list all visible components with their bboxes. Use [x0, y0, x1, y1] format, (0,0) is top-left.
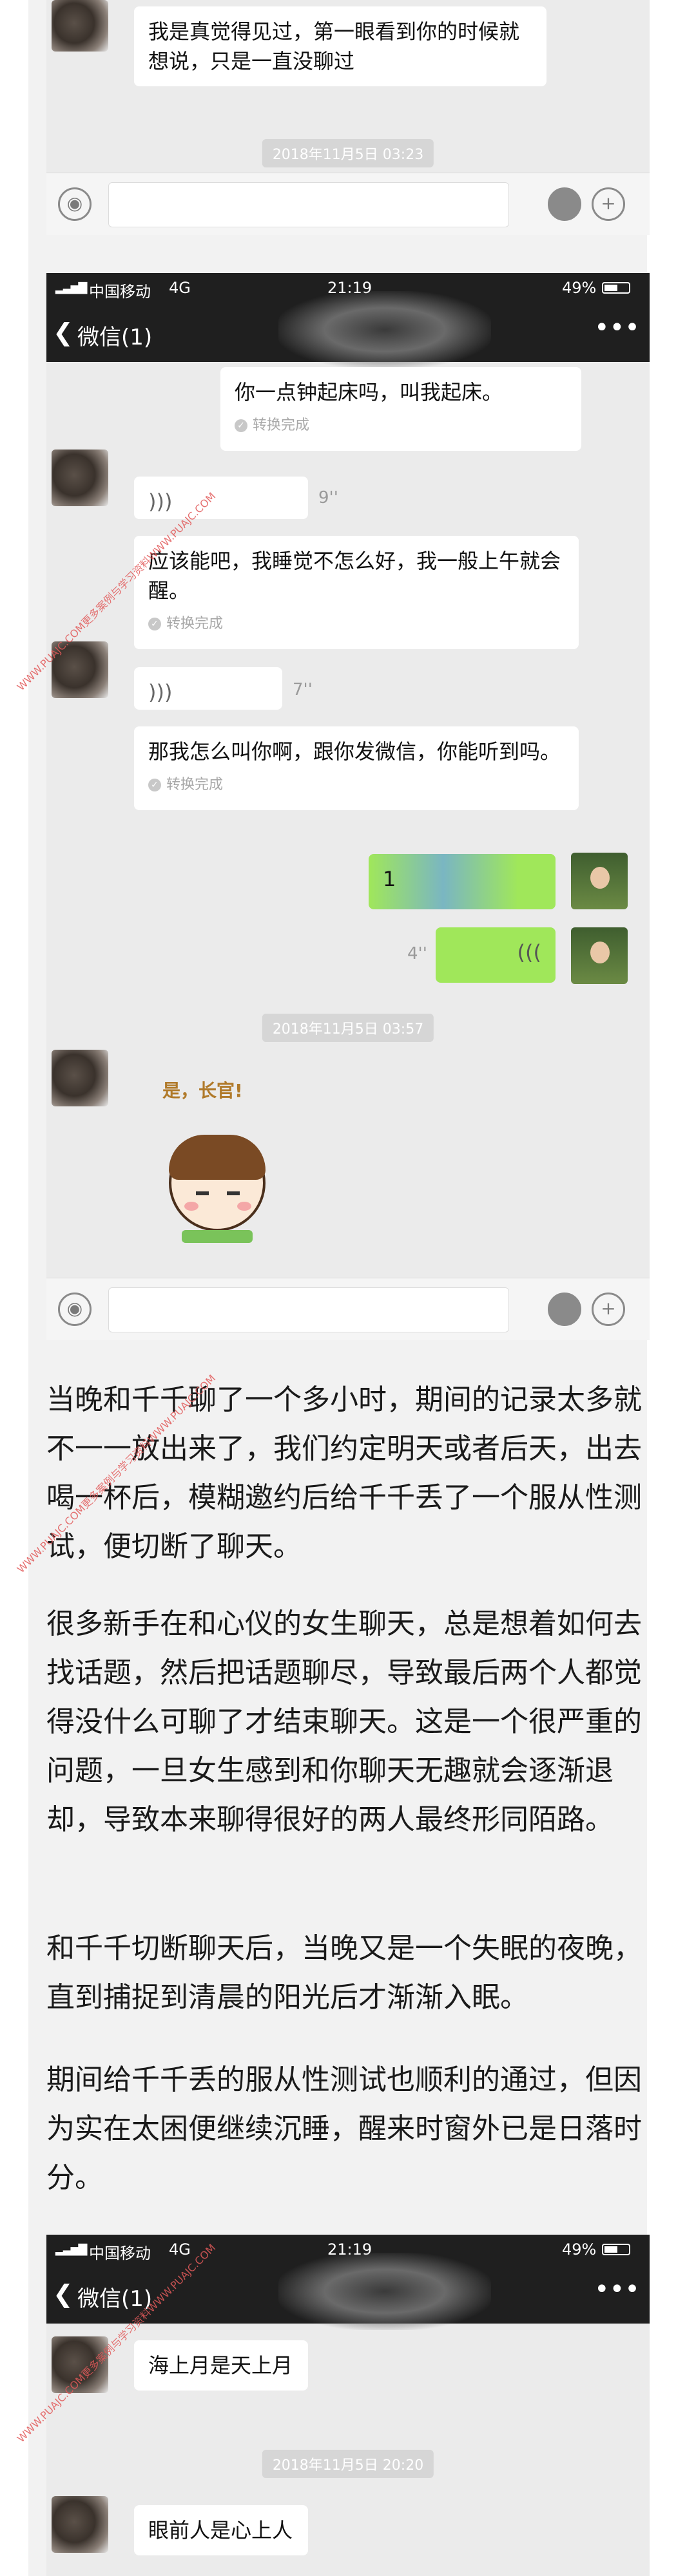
sticker[interactable]: 是，长官! — [150, 1077, 285, 1276]
contact-avatar[interactable] — [52, 0, 108, 52]
message-text: 1 — [383, 867, 396, 891]
message-bubble[interactable]: 我是真觉得见过，第一眼看到你的时候就想说，只是一直没聊过 — [134, 6, 546, 86]
chat-screenshot-2: ▂▃▅▇ 中国移动 4G 21:19 49% ❮ 微信(1) ••• 你一点钟起… — [46, 273, 650, 1278]
article-paragraph: 和千千切断聊天后，当晚又是一个失眠的夜晚，直到捕捉到清晨的阳光后才渐渐入眠。 — [46, 1932, 642, 2014]
network-label: 4G — [169, 2240, 191, 2259]
chat-timestamp: 2018年11月5日 03:57 — [262, 1014, 434, 1042]
self-avatar[interactable] — [571, 927, 628, 984]
message-text: 海上月是天上月 — [148, 2353, 293, 2378]
self-avatar[interactable] — [571, 853, 628, 909]
battery-label: 49% — [562, 2240, 597, 2259]
carrier-label: 中国移动 — [89, 283, 151, 301]
message-input[interactable] — [108, 1287, 509, 1332]
cartoon-face — [169, 1135, 266, 1231]
chat-fragment-top: 我是真觉得见过，第一眼看到你的时候就想说，只是一直没聊过 2018年11月5日 … — [46, 0, 650, 173]
nav-bar: ❮ 微信(1) ••• — [46, 291, 650, 368]
chat-timestamp: 2018年11月5日 03:23 — [262, 139, 434, 167]
redaction-scribble — [278, 2253, 491, 2330]
more-icon[interactable]: ••• — [594, 2275, 640, 2304]
convert-status: ✓ 转换完成 — [148, 609, 565, 639]
chat-input-bar: ◉ + — [46, 173, 650, 235]
message-text: 应该能吧，我睡觉不怎么好，我一般上午就会醒。 — [148, 549, 561, 603]
battery-label: 49% — [562, 279, 597, 297]
contact-avatar[interactable] — [52, 1050, 108, 1106]
convert-status: ✓ 转换完成 — [148, 770, 565, 800]
emoji-icon[interactable] — [548, 1293, 581, 1326]
message-bubble[interactable]: 眼前人是心上人 — [134, 2505, 308, 2555]
battery-icon — [602, 2244, 630, 2255]
carrier-label: 中国移动 — [89, 2244, 151, 2262]
message-text: 那我怎么叫你啊，跟你发微信，你能听到吗。 — [148, 739, 561, 764]
voice-message[interactable]: ))) — [134, 477, 308, 519]
contact-avatar[interactable] — [52, 450, 108, 506]
back-button[interactable]: ❮ — [53, 318, 73, 346]
article-paragraph: 期间给千千丢的服从性测试也顺利的通过，但因为实在太困便继续沉睡，醒来时窗外已是日… — [46, 2063, 642, 2194]
chat-timestamp: 2018年11月5日 20:20 — [262, 2450, 434, 2478]
signal-icon: ▂▃▅▇ — [55, 281, 87, 294]
convert-status: ✓ 转换完成 — [235, 411, 567, 440]
sticker-text: 是，长官! — [162, 1080, 243, 1101]
add-icon[interactable]: + — [592, 187, 625, 221]
check-icon: ✓ — [235, 419, 247, 432]
check-icon: ✓ — [148, 618, 161, 630]
add-icon[interactable]: + — [592, 1293, 625, 1326]
message-text: 我是真觉得见过，第一眼看到你的时候就想说，只是一直没聊过 — [148, 19, 520, 73]
contact-avatar[interactable] — [52, 2496, 108, 2553]
signal-icon: ▂▃▅▇ — [55, 2242, 87, 2256]
network-label: 4G — [169, 279, 191, 297]
emoji-icon[interactable] — [548, 187, 581, 221]
message-bubble[interactable]: 你一点钟起床吗，叫我起床。 ✓ 转换完成 — [220, 367, 581, 451]
message-bubble[interactable]: 应该能吧，我睡觉不怎么好，我一般上午就会醒。 ✓ 转换完成 — [134, 536, 579, 649]
article-paragraph: 很多新手在和心仪的女生聊天，总是想着如何去找话题，然后把话题聊尽，导致最后两个人… — [46, 1607, 642, 1836]
message-input[interactable] — [108, 182, 509, 227]
voice-icon[interactable]: ◉ — [58, 1293, 92, 1326]
voice-duration: 7'' — [293, 680, 313, 699]
voice-message[interactable]: ))) — [134, 667, 282, 710]
self-message-bubble[interactable]: 1 — [369, 854, 556, 909]
voice-icon[interactable]: ◉ — [58, 187, 92, 221]
battery-icon — [602, 282, 630, 294]
more-icon[interactable]: ••• — [594, 313, 640, 343]
chat-screenshot-3: ▂▃▅▇ 中国移动 4G 21:19 49% ❮ 微信(1) ••• 海上月是天… — [46, 2235, 650, 2576]
voice-duration: 9'' — [318, 488, 338, 507]
chat-input-bar: ◉ + — [46, 1278, 650, 1340]
message-text: 你一点钟起床吗，叫我起床。 — [235, 380, 503, 404]
check-icon: ✓ — [148, 779, 161, 791]
self-voice-message[interactable]: ((( — [436, 927, 556, 983]
article-paragraph: 当晚和千千聊了一个多小时，期间的记录太多就不一一放出来了，我们约定明天或者后天，… — [46, 1383, 642, 1563]
redaction-scribble — [278, 291, 491, 368]
voice-wave-icon: ((( — [517, 940, 541, 965]
back-button[interactable]: ❮ — [53, 2280, 73, 2308]
voice-wave-icon: ))) — [148, 680, 173, 705]
message-bubble[interactable]: 那我怎么叫你啊，跟你发微信，你能听到吗。 ✓ 转换完成 — [134, 726, 579, 810]
back-label[interactable]: 微信(1) — [77, 319, 152, 351]
voice-duration: 4'' — [407, 944, 427, 963]
message-bubble[interactable]: 海上月是天上月 — [134, 2340, 308, 2391]
message-text: 眼前人是心上人 — [148, 2518, 293, 2543]
voice-wave-icon: ))) — [148, 489, 173, 514]
